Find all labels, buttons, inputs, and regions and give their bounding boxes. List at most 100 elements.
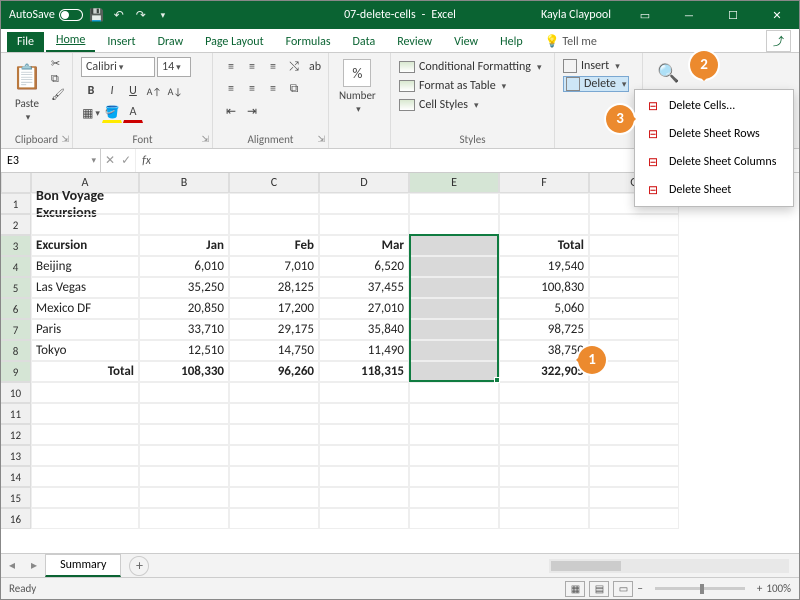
chevron-down-icon[interactable]: ▾ <box>91 155 96 166</box>
format-painter-icon[interactable]: 🖌 <box>51 88 65 101</box>
tab-insert[interactable]: Insert <box>97 32 145 52</box>
decrease-indent-icon[interactable]: ⇤ <box>221 101 241 121</box>
orientation-icon[interactable]: ⤭ <box>284 57 304 77</box>
border-button[interactable]: ▦▾ <box>81 103 101 123</box>
zoom-level[interactable]: 100% <box>766 582 791 595</box>
tab-draw[interactable]: Draw <box>148 32 194 52</box>
cell-styles-button[interactable]: Cell Styles▾ <box>399 97 479 113</box>
row-header[interactable]: 5 <box>1 277 31 298</box>
cell[interactable]: Bon Voyage Excursions <box>31 193 139 214</box>
wrap-text-icon[interactable]: ab <box>305 57 325 77</box>
align-right-icon[interactable]: ≡ <box>263 79 283 99</box>
tab-help[interactable]: Help <box>490 32 533 52</box>
tab-home[interactable]: Home <box>46 30 95 52</box>
align-center-icon[interactable]: ≡ <box>242 79 262 99</box>
row-header[interactable]: 10 <box>1 382 31 403</box>
new-sheet-button[interactable]: + <box>129 556 149 576</box>
dialog-launcher-icon[interactable]: ⇲ <box>317 134 325 145</box>
font-name-select[interactable]: Calibri▾ <box>81 57 155 77</box>
close-button[interactable]: ✕ <box>755 1 799 29</box>
tab-review[interactable]: Review <box>387 32 442 52</box>
cell[interactable]: Excursion <box>31 235 139 256</box>
username[interactable]: Kayla Claypool <box>529 8 623 22</box>
row-header[interactable]: 8 <box>1 340 31 361</box>
row-header[interactable]: 16 <box>1 508 31 529</box>
chevron-down-icon[interactable]: ▾ <box>622 79 627 90</box>
zoom-in-button[interactable]: + <box>757 582 762 595</box>
decrease-font-icon[interactable]: A↓ <box>165 81 185 101</box>
zoom-slider[interactable] <box>655 587 745 590</box>
insert-cells-button[interactable]: Insert▾ <box>563 59 620 73</box>
col-header[interactable]: F <box>499 173 589 193</box>
row-header[interactable]: 2 <box>1 214 31 235</box>
font-size-select[interactable]: 14▾ <box>157 57 191 77</box>
row-header[interactable]: 11 <box>1 403 31 424</box>
chevron-down-icon[interactable]: ▾ <box>26 112 31 123</box>
delete-rows-menuitem[interactable]: ⊟Delete Sheet Rows <box>635 120 793 148</box>
align-top-icon[interactable]: ≡ <box>221 57 241 77</box>
increase-indent-icon[interactable]: ⇥ <box>242 101 262 121</box>
row-header[interactable]: 1 <box>1 193 31 214</box>
share-button[interactable]: ⤴ <box>766 30 791 52</box>
page-break-view-icon[interactable]: ▭ <box>613 581 633 597</box>
delete-sheet-menuitem[interactable]: ⊟Delete Sheet <box>635 176 793 204</box>
col-header[interactable]: D <box>319 173 409 193</box>
delete-cells-button[interactable]: Delete▾ <box>563 76 629 92</box>
zoom-out-button[interactable]: − <box>637 582 642 595</box>
font-color-button[interactable]: A <box>123 103 143 123</box>
row-header[interactable]: 3 <box>1 235 31 256</box>
number-format-button[interactable]: %Number▾ <box>337 57 378 117</box>
sheet-nav-prev-icon[interactable]: ◂ <box>1 558 23 573</box>
row-header[interactable]: 9 <box>1 361 31 382</box>
bold-button[interactable]: B <box>81 81 101 101</box>
align-left-icon[interactable]: ≡ <box>221 79 241 99</box>
row-header[interactable]: 6 <box>1 298 31 319</box>
align-middle-icon[interactable]: ≡ <box>242 57 262 77</box>
cut-icon[interactable]: ✂ <box>51 57 65 70</box>
row-header[interactable]: 14 <box>1 466 31 487</box>
maximize-button[interactable]: ☐ <box>711 1 755 29</box>
tab-formulas[interactable]: Formulas <box>276 32 341 52</box>
select-all-button[interactable] <box>1 173 31 193</box>
autosave-toggle[interactable]: AutoSave <box>9 8 83 22</box>
format-as-table-button[interactable]: Format as Table▾ <box>399 78 506 94</box>
merge-icon[interactable]: ⧉ <box>284 79 304 99</box>
row-header[interactable]: 4 <box>1 256 31 277</box>
save-icon[interactable]: 💾 <box>89 7 105 23</box>
copy-icon[interactable]: ⧉ <box>51 72 65 86</box>
sheet-tab[interactable]: Summary <box>45 554 121 577</box>
increase-font-icon[interactable]: A↑ <box>144 81 164 101</box>
italic-button[interactable]: I <box>102 81 122 101</box>
paste-button[interactable]: 📋 Paste ▾ <box>9 57 45 125</box>
fx-icon[interactable]: fx <box>136 149 157 172</box>
align-bottom-icon[interactable]: ≡ <box>263 57 283 77</box>
dialog-launcher-icon[interactable]: ⇲ <box>61 134 69 145</box>
toggle-off-icon[interactable] <box>59 9 83 21</box>
horizontal-scrollbar[interactable] <box>549 559 789 573</box>
fill-color-button[interactable]: 🪣 <box>102 103 122 123</box>
redo-icon[interactable]: ↷ <box>133 7 149 23</box>
normal-view-icon[interactable]: ▦ <box>565 581 585 597</box>
page-layout-view-icon[interactable]: ▤ <box>589 581 609 597</box>
sheet-nav-next-icon[interactable]: ▸ <box>23 558 45 573</box>
tab-tellme[interactable]: 💡 Tell me <box>535 31 607 52</box>
delete-cols-menuitem[interactable]: ⊟Delete Sheet Columns <box>635 148 793 176</box>
col-header[interactable]: B <box>139 173 229 193</box>
conditional-formatting-button[interactable]: Conditional Formatting▾ <box>399 59 541 75</box>
ribbon-options-icon[interactable]: ▭ <box>623 1 667 29</box>
tab-view[interactable]: View <box>444 32 488 52</box>
row-header[interactable]: 12 <box>1 424 31 445</box>
cancel-formula-icon[interactable]: ✕ <box>105 153 115 168</box>
tab-data[interactable]: Data <box>343 32 386 52</box>
enter-formula-icon[interactable]: ✓ <box>121 153 131 168</box>
delete-cells-menuitem[interactable]: ⊟Delete Cells... <box>635 92 793 120</box>
row-header[interactable]: 7 <box>1 319 31 340</box>
qat-dropdown-icon[interactable]: ▾ <box>155 7 171 23</box>
tab-page-layout[interactable]: Page Layout <box>195 32 273 52</box>
col-header[interactable]: C <box>229 173 319 193</box>
name-box[interactable]: E3▾ <box>1 149 101 172</box>
minimize-button[interactable]: — <box>667 1 711 29</box>
worksheet-grid[interactable]: A B C D E F G 1 Bon Voyage Excursions 2 … <box>1 173 799 553</box>
dialog-launcher-icon[interactable]: ⇲ <box>201 134 209 145</box>
underline-button[interactable]: U <box>123 81 143 101</box>
